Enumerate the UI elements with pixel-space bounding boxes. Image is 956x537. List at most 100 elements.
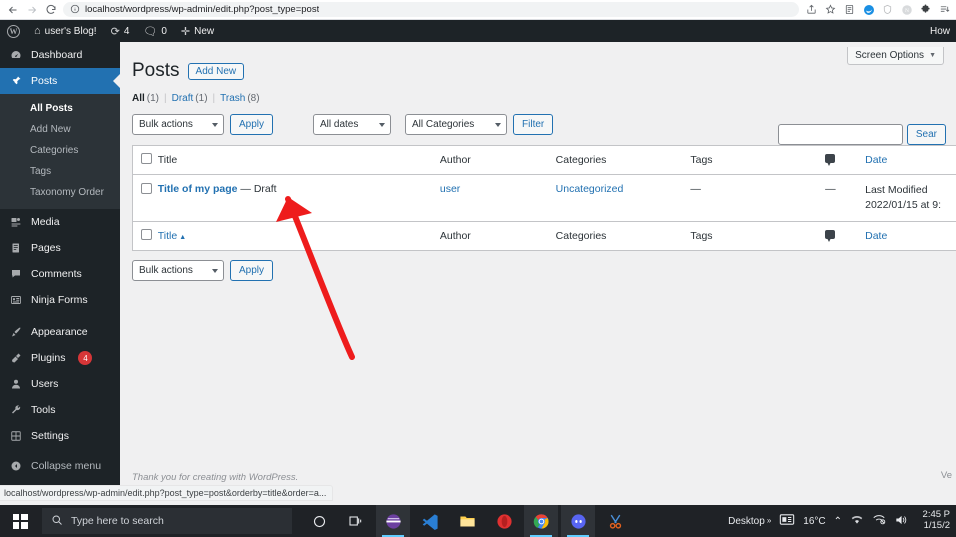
cortana-circle-icon[interactable] bbox=[302, 505, 336, 537]
bulk-actions-select[interactable]: Bulk actions bbox=[132, 113, 224, 135]
filter-link-trash[interactable]: Trash bbox=[220, 93, 245, 104]
column-header-author[interactable]: Author bbox=[439, 145, 556, 175]
bulk-actions-select-bottom[interactable]: Bulk actions bbox=[132, 260, 224, 282]
column-header-comments[interactable] bbox=[825, 145, 866, 175]
post-author-link[interactable]: user bbox=[440, 183, 460, 195]
shield-icon[interactable] bbox=[881, 3, 894, 16]
sidebar-subitem-taxonomy-order[interactable]: Taxonomy Order bbox=[0, 182, 120, 203]
row-author-cell: user bbox=[440, 174, 556, 221]
footer-column-tags[interactable]: Tags bbox=[690, 221, 826, 251]
new-content-menu[interactable]: ✛ New bbox=[174, 20, 221, 42]
wp-logo-menu[interactable]: W bbox=[0, 20, 27, 42]
reload-icon[interactable] bbox=[42, 1, 59, 18]
column-header-date[interactable]: Date bbox=[865, 145, 956, 175]
collapse-menu-button[interactable]: Collapse menu bbox=[0, 453, 120, 479]
sidebar-subitem-tags[interactable]: Tags bbox=[0, 161, 120, 182]
share-icon[interactable] bbox=[805, 3, 818, 16]
filter-count-all: (1) bbox=[146, 92, 160, 104]
edge-collections-icon[interactable] bbox=[862, 3, 875, 16]
footer-column-title[interactable]: Title ▲ bbox=[157, 221, 440, 251]
add-new-post-button[interactable]: Add New bbox=[187, 62, 245, 80]
sidebar-item-settings[interactable]: Settings bbox=[0, 423, 120, 449]
search-input[interactable] bbox=[777, 124, 903, 145]
info-circle-icon[interactable] bbox=[70, 1, 80, 19]
desktop-peek-button[interactable]: Desktop » bbox=[728, 516, 771, 527]
volume-icon[interactable] bbox=[894, 514, 908, 529]
sidebar-item-comments[interactable]: Comments bbox=[0, 261, 120, 287]
sidebar-item-plugins[interactable]: Plugins 4 bbox=[0, 345, 120, 371]
filter-submit-button[interactable]: Filter bbox=[513, 113, 554, 135]
chrome-icon[interactable] bbox=[524, 505, 558, 537]
table-row[interactable]: Title of my page — Draft user Uncategori… bbox=[132, 174, 956, 222]
puzzle-extension-icon[interactable] bbox=[919, 3, 932, 16]
category-filter-select[interactable]: All Categories bbox=[405, 113, 508, 135]
network-blocked-icon[interactable] bbox=[872, 514, 886, 528]
sidebar-item-appearance[interactable]: Appearance bbox=[0, 319, 120, 345]
search-posts-button[interactable]: Sear bbox=[906, 124, 946, 145]
footer-column-comments[interactable] bbox=[825, 221, 866, 251]
vscode-icon[interactable] bbox=[413, 505, 447, 537]
footer-column-date-label[interactable]: Date bbox=[865, 230, 887, 242]
column-header-date-label[interactable]: Date bbox=[865, 154, 887, 166]
windows-taskbar: Type here to search Desktop » 16°C ⌃ 2:4… bbox=[0, 505, 956, 537]
sidebar-item-label: Pages bbox=[31, 242, 61, 254]
tab-list-icon[interactable] bbox=[938, 3, 951, 16]
taskbar-search-box[interactable]: Type here to search bbox=[42, 508, 292, 534]
comments-menu[interactable]: 🗨 0 bbox=[136, 20, 174, 42]
taskbar-clock[interactable]: 2:45 P 1/15/2 bbox=[916, 510, 950, 532]
sidebar-subitem-categories[interactable]: Categories bbox=[0, 140, 120, 161]
task-view-icon[interactable] bbox=[339, 505, 373, 537]
column-header-tags[interactable]: Tags bbox=[690, 145, 826, 175]
screen-options-button[interactable]: Screen Options ▼ bbox=[847, 47, 944, 65]
purple-app-icon[interactable] bbox=[376, 505, 410, 537]
chevron-up-icon: » bbox=[766, 515, 772, 525]
select-all-checkbox[interactable] bbox=[141, 152, 152, 164]
file-explorer-icon[interactable] bbox=[450, 505, 484, 537]
snipping-tool-icon[interactable] bbox=[598, 505, 632, 537]
date-filter-select[interactable]: All dates bbox=[313, 113, 392, 135]
collapse-menu-label: Collapse menu bbox=[31, 460, 102, 472]
tray-chevron-up-icon[interactable]: ⌃ bbox=[834, 516, 842, 527]
footer-column-date[interactable]: Date bbox=[865, 221, 956, 251]
row-title-cell: Title of my page — Draft bbox=[158, 174, 440, 221]
sidebar-item-posts[interactable]: Posts bbox=[0, 68, 120, 94]
post-category-link[interactable]: Uncategorized bbox=[556, 183, 624, 195]
start-button[interactable] bbox=[0, 505, 40, 537]
apply-bulk-action-button-top[interactable]: Apply bbox=[230, 113, 274, 135]
column-header-title[interactable]: Title bbox=[157, 145, 440, 175]
reading-list-icon[interactable] bbox=[843, 3, 856, 16]
sidebar-subitem-add-new[interactable]: Add New bbox=[0, 119, 120, 140]
address-bar[interactable]: localhost/wordpress/wp-admin/edit.php?po… bbox=[63, 2, 799, 17]
back-arrow-icon[interactable] bbox=[4, 1, 21, 18]
footer-column-categories[interactable]: Categories bbox=[555, 221, 691, 251]
select-all-checkbox-footer[interactable] bbox=[141, 229, 152, 241]
sidebar-item-dashboard[interactable]: Dashboard bbox=[0, 42, 120, 68]
wifi-icon[interactable] bbox=[850, 514, 864, 528]
bookmark-star-icon[interactable] bbox=[824, 3, 837, 16]
forward-arrow-icon[interactable] bbox=[23, 1, 40, 18]
site-name-menu[interactable]: ⌂ user's Blog! bbox=[27, 20, 104, 42]
row-select-checkbox[interactable] bbox=[141, 182, 152, 194]
footer-column-author[interactable]: Author bbox=[439, 221, 556, 251]
grayscale-extension-icon[interactable]: N bbox=[900, 3, 913, 16]
wp-admin-bar: W ⌂ user's Blog! ⟳ 4 🗨 0 ✛ New How bbox=[0, 20, 956, 42]
filter-link-draft[interactable]: Draft bbox=[172, 93, 194, 104]
footer-column-title-label[interactable]: Title bbox=[158, 230, 177, 242]
sidebar-item-users[interactable]: Users bbox=[0, 371, 120, 397]
discord-icon[interactable] bbox=[561, 505, 595, 537]
column-header-categories[interactable]: Categories bbox=[555, 145, 691, 175]
apply-bulk-action-button-bottom[interactable]: Apply bbox=[230, 260, 274, 282]
howdy-menu[interactable]: How bbox=[930, 26, 956, 37]
sidebar-item-pages[interactable]: Pages bbox=[0, 235, 120, 261]
column-header-title-label[interactable]: Title bbox=[158, 154, 177, 166]
post-title-link[interactable]: Title of my page — Draft bbox=[158, 183, 277, 195]
sidebar-item-ninja-forms[interactable]: Ninja Forms bbox=[0, 287, 120, 313]
filter-link-all[interactable]: All bbox=[132, 93, 145, 104]
sidebar-item-media[interactable]: Media bbox=[0, 209, 120, 235]
news-weather-icon[interactable] bbox=[779, 513, 795, 529]
updates-menu[interactable]: ⟳ 4 bbox=[104, 20, 137, 42]
admin-sidebar-menu: Dashboard Posts All Posts Add New Catego… bbox=[0, 42, 120, 485]
sidebar-item-tools[interactable]: Tools bbox=[0, 397, 120, 423]
sidebar-subitem-all-posts[interactable]: All Posts bbox=[0, 98, 120, 119]
opera-icon[interactable] bbox=[487, 505, 521, 537]
